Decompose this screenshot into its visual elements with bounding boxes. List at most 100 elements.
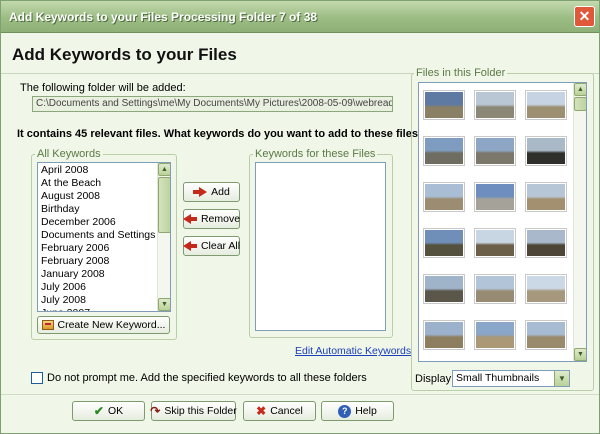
- dont-prompt-checkbox[interactable]: [31, 372, 43, 384]
- skip-folder-button[interactable]: ↷ Skip this Folder: [150, 401, 237, 421]
- chevron-down-icon[interactable]: ▼: [554, 371, 569, 386]
- thumb-scroll-thumb[interactable]: [574, 97, 586, 111]
- landscape-photo: [425, 230, 463, 256]
- clear-all-label: Clear All: [200, 240, 241, 252]
- photo-thumbnail[interactable]: [474, 274, 516, 304]
- close-icon: ✕: [578, 8, 591, 24]
- all-keywords-label: All Keywords: [35, 148, 103, 160]
- photo-thumbnail[interactable]: [474, 182, 516, 212]
- keyword-list-item[interactable]: January 2008: [40, 268, 157, 281]
- keyword-items: April 2008 At the Beach August 2008 Birthda…: [40, 164, 157, 311]
- folder-intro-label: The following folder will be added:: [20, 82, 186, 94]
- landscape-photo: [476, 138, 514, 164]
- display-select-value: Small Thumbnails: [456, 372, 540, 384]
- keyword-list-item[interactable]: June 2007: [40, 307, 157, 311]
- keyword-list-item[interactable]: December 2006: [40, 216, 157, 229]
- page-title: Add Keywords to your Files: [12, 45, 237, 64]
- clear-all-button[interactable]: Clear All: [182, 236, 241, 256]
- keyword-list-item[interactable]: August 2008: [40, 190, 157, 203]
- display-select[interactable]: Small Thumbnails ▼: [452, 370, 570, 387]
- landscape-photo: [425, 184, 463, 210]
- keyword-list-item[interactable]: Documents and Settings: [40, 229, 157, 242]
- ok-button[interactable]: ✔ OK: [72, 401, 145, 421]
- landscape-photo: [476, 92, 514, 118]
- keywords-scrollbar[interactable]: ▲ ▼: [157, 163, 170, 311]
- dont-prompt-label: Do not prompt me. Add the specified keyw…: [47, 372, 367, 384]
- photo-thumbnail[interactable]: [423, 320, 465, 350]
- cancel-icon: ✖: [256, 404, 267, 418]
- photo-thumbnail[interactable]: [423, 90, 465, 120]
- scroll-up-button[interactable]: ▲: [158, 163, 170, 176]
- keyword-list-item[interactable]: February 2006: [40, 242, 157, 255]
- scroll-down-button[interactable]: ▼: [158, 298, 170, 311]
- clear-all-icon: [182, 241, 197, 251]
- photo-thumbnail[interactable]: [525, 320, 567, 350]
- thumbnails-scrollbar[interactable]: ▲ ▼: [573, 83, 586, 361]
- landscape-photo: [476, 230, 514, 256]
- help-label: Help: [355, 405, 377, 417]
- photo-thumbnail[interactable]: [525, 274, 567, 304]
- thumb-scroll-down-button[interactable]: ▼: [574, 348, 586, 361]
- files-group-label: Files in this Folder: [414, 67, 508, 79]
- remove-label: Remove: [200, 213, 241, 225]
- window-title: Add Keywords to your Files Processing Fo…: [9, 10, 318, 24]
- landscape-photo: [527, 322, 565, 348]
- add-button[interactable]: Add: [183, 182, 240, 202]
- title-bar[interactable]: Add Keywords to your Files Processing Fo…: [1, 1, 599, 33]
- landscape-photo: [425, 276, 463, 302]
- folder-path-field: C:\Documents and Settings\me\My Document…: [32, 96, 393, 112]
- create-new-keyword-button[interactable]: Create New Keyword...: [37, 316, 170, 334]
- photo-thumbnail[interactable]: [525, 228, 567, 258]
- photo-thumbnail[interactable]: [423, 182, 465, 212]
- help-button[interactable]: ? Help: [321, 401, 394, 421]
- photo-thumbnail[interactable]: [423, 228, 465, 258]
- dialog-window: Add Keywords to your Files Processing Fo…: [0, 0, 600, 434]
- close-button[interactable]: ✕: [574, 6, 595, 27]
- landscape-photo: [425, 138, 463, 164]
- file-keywords-label: Keywords for these Files: [253, 148, 378, 160]
- edit-automatic-keywords-link[interactable]: Edit Automatic Keywords: [295, 345, 411, 357]
- display-label: Display:: [415, 373, 455, 385]
- keywords-question: It contains 45 relevant files. What keyw…: [17, 128, 425, 140]
- photo-thumbnail[interactable]: [474, 136, 516, 166]
- photo-thumbnail[interactable]: [423, 274, 465, 304]
- keyword-list-item[interactable]: July 2006: [40, 281, 157, 294]
- landscape-photo: [425, 322, 463, 348]
- scroll-thumb[interactable]: [158, 177, 170, 233]
- arrow-right-icon: [193, 187, 208, 197]
- all-keywords-list[interactable]: April 2008 At the Beach August 2008 Birthda…: [37, 162, 171, 312]
- landscape-photo: [425, 92, 463, 118]
- photo-thumbnail[interactable]: [474, 90, 516, 120]
- ok-label: OK: [107, 405, 124, 417]
- photo-thumbnail[interactable]: [423, 136, 465, 166]
- cancel-label: Cancel: [270, 405, 303, 417]
- landscape-photo: [476, 184, 514, 210]
- landscape-photo: [527, 184, 565, 210]
- keyword-list-item[interactable]: Birthday: [40, 203, 157, 216]
- skip-icon: ↷: [150, 404, 161, 418]
- photo-thumbnail[interactable]: [525, 90, 567, 120]
- keyword-list-item[interactable]: At the Beach: [40, 177, 157, 190]
- file-keywords-list[interactable]: [255, 162, 386, 331]
- landscape-photo: [527, 230, 565, 256]
- new-keyword-icon: [41, 320, 54, 330]
- help-icon: ?: [338, 404, 352, 418]
- photo-thumbnail[interactable]: [474, 228, 516, 258]
- thumb-scroll-up-button[interactable]: ▲: [574, 83, 586, 96]
- photo-thumbnail[interactable]: [525, 182, 567, 212]
- landscape-photo: [476, 276, 514, 302]
- keyword-list-item[interactable]: July 2008: [40, 294, 157, 307]
- landscape-photo: [527, 138, 565, 164]
- add-label: Add: [211, 186, 230, 198]
- keyword-list-item[interactable]: February 2008: [40, 255, 157, 268]
- thumbnail-panel[interactable]: ▲ ▼: [418, 82, 587, 362]
- photo-thumbnail[interactable]: [474, 320, 516, 350]
- remove-button[interactable]: Remove: [182, 209, 241, 229]
- checkmark-icon: ✔: [93, 404, 104, 418]
- landscape-photo: [527, 276, 565, 302]
- photo-thumbnail[interactable]: [525, 136, 567, 166]
- keyword-list-item[interactable]: April 2008: [40, 164, 157, 177]
- landscape-photo: [476, 322, 514, 348]
- create-new-keyword-label: Create New Keyword...: [57, 319, 166, 331]
- cancel-button[interactable]: ✖ Cancel: [243, 401, 316, 421]
